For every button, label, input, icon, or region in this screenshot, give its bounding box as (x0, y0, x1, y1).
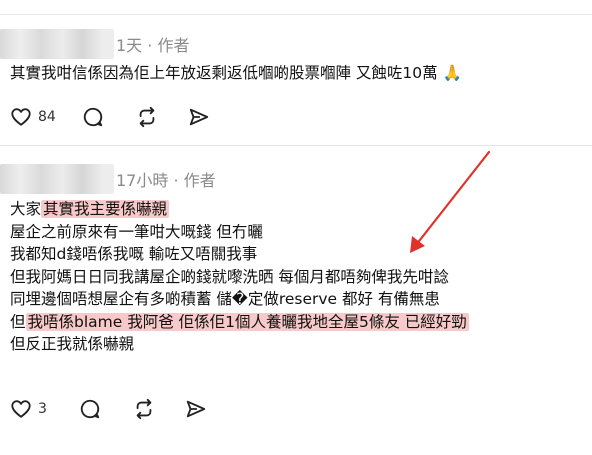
arrow-shaft (414, 150, 491, 247)
arrow-head (410, 236, 425, 253)
red-arrow (410, 150, 491, 253)
